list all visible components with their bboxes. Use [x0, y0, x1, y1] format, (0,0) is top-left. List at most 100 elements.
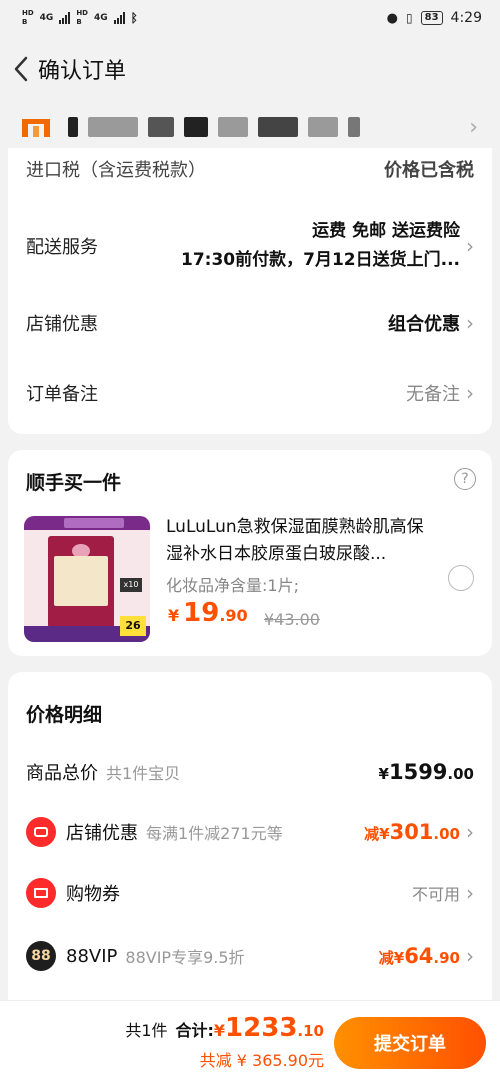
vip-int: 64 [404, 944, 434, 968]
shop-discount-row[interactable]: 店铺优惠 组合优惠 › [26, 306, 474, 340]
net-indicator-1: HD B [22, 9, 34, 27]
shop-discount-value: 组合优惠 [388, 314, 460, 335]
shipping-row[interactable]: 配送服务 运费 免邮 送运费险 17:30前付款，7月12日送货上门... › [26, 206, 474, 286]
order-note-row[interactable]: 订单备注 无备注 › [26, 376, 474, 410]
product-image[interactable]: x10 26 [24, 516, 150, 642]
redacted-block [148, 117, 174, 137]
price-int: 19 [183, 598, 220, 628]
redacted-block [258, 117, 298, 137]
chevron-right-icon: › [466, 881, 474, 905]
redacted-block [348, 117, 360, 137]
total-label: 合计: [175, 1021, 214, 1040]
bluetooth-icon: ᛒ [130, 11, 138, 25]
goods-dec: .00 [447, 765, 474, 783]
submit-order-button[interactable]: 提交订单 [334, 1017, 486, 1069]
image-badge-price: 26 [120, 616, 146, 636]
price-currency: ¥ [168, 606, 180, 625]
vip-amount: 减 ¥ 64 .90 [379, 944, 460, 968]
chevron-right-icon: › [466, 944, 474, 968]
vip-prefix: 减 [378, 949, 394, 967]
vip-sub: 88VIP专享9.5折 [125, 948, 245, 967]
coupon-label: 购物券 [66, 884, 120, 905]
shop-discount-icon [26, 817, 56, 847]
total-dec: .10 [297, 1022, 324, 1040]
shipping-value: 运费 免邮 送运费险 17:30前付款，7月12日送货上门... [181, 217, 460, 275]
order-note-value: 无备注 [406, 384, 460, 405]
store-logo [22, 117, 50, 137]
product-name[interactable]: LuLuLun急救保湿面膜熟龄肌高保湿补水日本胶原蛋白玻尿酸... [166, 514, 438, 568]
vip-88-icon: 88 [26, 941, 56, 971]
goods-total-row: 商品总价 共1件宝贝 ¥ 1599 .00 [26, 756, 474, 788]
net-indicator-2: HD B [76, 9, 88, 27]
sig1-label: 4G [39, 13, 54, 23]
net1-top: HD [22, 9, 34, 17]
sig2-label: 4G [94, 13, 108, 23]
page-title: 确认订单 [38, 59, 127, 84]
goods-label: 商品总价 [26, 763, 98, 784]
image-badge-x10: x10 [120, 578, 142, 592]
total-line: 共1件 合计: ¥ 1233 .10 [125, 1013, 324, 1043]
price-detail-card: 价格明细 商品总价 共1件宝贝 ¥ 1599 .00 店铺优惠 每满1件减271… [8, 672, 492, 1012]
back-icon [14, 56, 28, 82]
tax-row: 进口税（含运费税款） 价格已含税 [26, 154, 474, 184]
address-bar[interactable]: › [0, 102, 500, 152]
redacted-block [184, 117, 208, 137]
addon-select-radio[interactable] [448, 565, 474, 591]
shipping-line1: 运费 免邮 送运费险 [312, 221, 460, 241]
tax-value: 价格已含税 [384, 160, 474, 181]
shop-prefix: 减 [364, 825, 380, 843]
coupon-value: 不可用 [411, 885, 460, 904]
net2-top: HD [76, 9, 88, 17]
vip-dec: .90 [433, 949, 460, 967]
vip-row[interactable]: 88 88VIP 88VIP专享9.5折 减 ¥ 64 .90 › [26, 940, 474, 972]
shop-discount-detail-row[interactable]: 店铺优惠 每满1件减271元等 减 ¥ 301 .00 › [26, 816, 474, 848]
total-amount: ¥ 1233 .10 [214, 1013, 324, 1043]
price-dec: .90 [219, 606, 248, 625]
addon-card: 顺手买一件 ? x10 26 LuLuLun急救保湿面膜熟龄肌高保湿补水日本胶原… [8, 450, 492, 656]
vibrate-icon: ▯ [406, 11, 413, 25]
shipping-label: 配送服务 [26, 237, 98, 258]
goods-int: 1599 [388, 760, 448, 784]
redacted-block [88, 117, 138, 137]
coupon-icon [26, 878, 56, 908]
product-old-price: ¥43.00 [264, 610, 320, 629]
total-int: 1233 [225, 1013, 298, 1043]
vip-cur: ¥ [393, 949, 405, 967]
chevron-right-icon: › [466, 234, 474, 258]
status-left: HD B 4G HD B 4G ᛒ [22, 9, 138, 27]
shop-discount-label: 店铺优惠 [26, 314, 98, 335]
checkout-bar: 共1件 合计: ¥ 1233 .10 共减 ¥ 365.90元 提交订单 [0, 1000, 500, 1084]
help-icon[interactable]: ? [454, 468, 476, 490]
signal-bars-1-icon [59, 12, 71, 24]
addon-title: 顺手买一件 [26, 472, 122, 494]
order-options-card: 进口税（含运费税款） 价格已含税 配送服务 运费 免邮 送运费险 17:30前付… [8, 148, 492, 434]
chevron-right-icon: › [469, 114, 478, 140]
vip-label: 88VIP [66, 945, 118, 967]
shop-detail-sub: 每满1件减271元等 [146, 824, 283, 843]
shop-cur: ¥ [379, 825, 390, 843]
back-button[interactable] [6, 54, 36, 84]
price-detail-title: 价格明细 [26, 704, 103, 726]
goods-sub: 共1件宝贝 [106, 764, 181, 783]
net2-bottom: B [76, 18, 82, 26]
saved-amount: 共减 ¥ 365.90元 [199, 1051, 324, 1070]
shop-dec: .00 [433, 825, 460, 843]
goods-cur: ¥ [378, 765, 389, 783]
redacted-block [68, 117, 78, 137]
goods-amount: ¥ 1599 .00 [379, 760, 474, 784]
shipping-line2: 17:30前付款，7月12日送货上门... [181, 250, 460, 270]
battery-indicator: 83 [420, 11, 443, 25]
net1-bottom: B [22, 18, 28, 26]
chevron-right-icon: › [466, 381, 474, 405]
redacted-block [308, 117, 338, 137]
total-cur: ¥ [213, 1021, 226, 1040]
image-top-banner [24, 516, 150, 530]
image-package [48, 536, 114, 628]
coupon-row[interactable]: 购物券 不可用 › [26, 877, 474, 909]
shop-detail-amount: 减 ¥ 301 .00 [364, 820, 460, 844]
header: 确认订单 [0, 36, 500, 102]
location-icon: ● [386, 10, 399, 26]
status-bar: HD B 4G HD B 4G ᛒ ● ▯ 83 4:29 [0, 0, 500, 36]
tax-label: 进口税（含运费税款） [26, 160, 206, 181]
product-spec: 化妆品净含量:1片; [166, 576, 299, 595]
